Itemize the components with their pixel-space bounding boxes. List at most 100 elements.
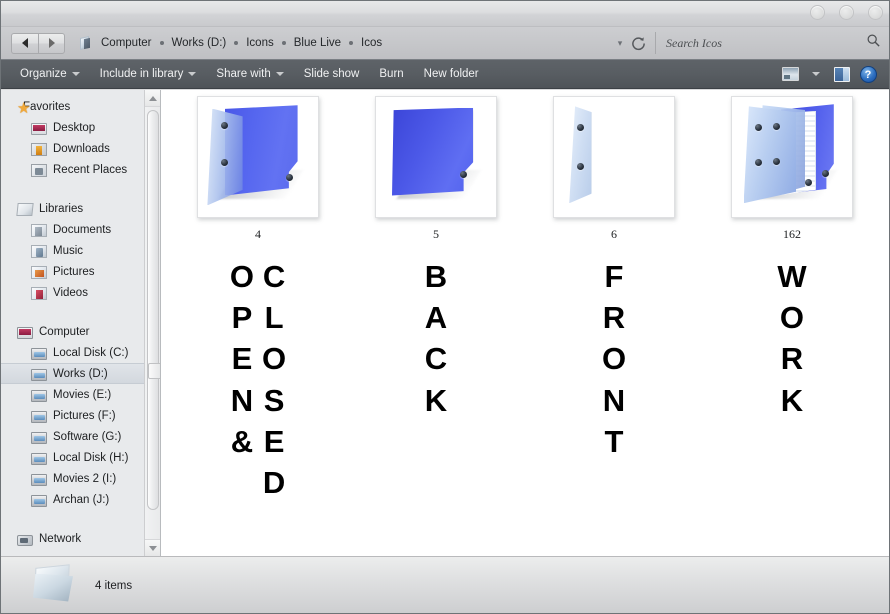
burn-button[interactable]: Burn [370,62,412,86]
sidebar-item-network[interactable]: Network [1,528,160,549]
sidebar-item-works-d[interactable]: Works (D:) [1,363,160,384]
computer-icon [17,326,33,339]
minimize-button[interactable] [810,5,825,20]
maximize-button[interactable] [839,5,854,20]
sidebar-item-archan-j[interactable]: Archan (J:) [1,489,160,510]
preview-pane-button[interactable] [831,63,853,85]
chevron-down-icon[interactable]: ▾ [613,38,627,49]
preview-pane-icon [834,66,850,82]
thumbnail[interactable] [731,96,853,218]
slide-show-button[interactable]: Slide show [295,62,369,86]
libraries-icon [16,202,34,216]
search-input[interactable] [666,35,866,51]
scroll-down-button[interactable] [145,539,160,556]
items-row: 4 O P E N & CLOSED 5 B A C K 6 F R O N T… [161,90,889,503]
chevron-down-icon [188,72,197,76]
sidebar-label: Music [53,244,84,257]
folder-icon [31,563,79,608]
sidebar-item-software-g[interactable]: Software (G:) [1,426,160,447]
sidebar-item-movies-2-i[interactable]: Movies 2 (I:) [1,468,160,489]
word-closed: CLOSED [262,259,287,501]
window-body: Favorites Desktop Downloads Recent Place… [1,90,889,556]
sidebar-item-pictures-f[interactable]: Pictures (F:) [1,405,160,426]
sidebar-label: Pictures [53,265,95,278]
status-bar: 4 items [1,556,889,613]
change-view-button[interactable] [779,63,801,85]
item-label: 4 [255,227,261,241]
breadcrumb-separator-icon[interactable] [349,41,354,45]
sidebar-item-documents[interactable]: Documents [1,219,160,240]
forward-arrow-icon [48,38,55,48]
search-box[interactable] [655,32,881,54]
sidebar-scrollbar[interactable] [144,90,160,556]
breadcrumb-separator-icon[interactable] [159,41,164,45]
breadcrumb-item-works-d[interactable]: Works (D:) [170,36,229,50]
sidebar-item-music[interactable]: Music [1,240,160,261]
videos-icon [31,286,47,300]
include-in-library-button[interactable]: Include in library [91,62,206,86]
sidebar-item-pictures[interactable]: Pictures [1,261,160,282]
help-button[interactable]: ? [857,63,879,85]
word-row: O P E N & CLOSED [230,256,286,503]
scrollbar-grip[interactable] [148,363,160,379]
list-item[interactable]: 4 O P E N & CLOSED [169,96,347,503]
sidebar-item-local-disk-c[interactable]: Local Disk (C:) [1,342,160,363]
sidebar-item-computer[interactable]: Computer [1,321,160,342]
close-button[interactable] [868,5,883,20]
breadcrumb-item-blue-live[interactable]: Blue Live [292,36,343,50]
search-icon[interactable] [866,33,881,53]
breadcrumb[interactable]: Computer Works (D:) Icons Blue Live Icos… [77,32,627,54]
thumbnail[interactable] [197,96,319,218]
thumbnail[interactable] [553,96,675,218]
item-label: 6 [611,227,617,241]
sidebar-item-videos[interactable]: Videos [1,282,160,303]
refresh-icon[interactable] [629,34,647,52]
change-view-dropdown[interactable] [805,63,827,85]
organize-button[interactable]: Organize [11,62,89,86]
sidebar-item-libraries[interactable]: Libraries [1,198,160,219]
scrollbar-thumb[interactable] [147,110,160,510]
list-item[interactable]: 5 BACK [347,96,525,503]
window-controls [810,5,883,20]
sidebar-item-downloads[interactable]: Downloads [1,138,160,159]
breadcrumb-item-computer[interactable]: Computer [99,36,154,50]
file-list-pane[interactable]: 4 O P E N & CLOSED 5 B A C K 6 F R O N T… [161,90,889,556]
sidebar-label: Pictures (F:) [53,409,116,422]
downloads-icon [31,142,47,156]
forward-button[interactable] [38,32,65,54]
sidebar-item-favorites[interactable]: Favorites [1,96,160,117]
word-work: WORK [777,259,807,418]
include-in-library-label: Include in library [99,68,184,80]
sidebar-item-local-disk-h[interactable]: Local Disk (H:) [1,447,160,468]
share-with-button[interactable]: Share with [207,62,292,86]
back-button[interactable] [11,32,38,54]
command-toolbar: Organize Include in library Share with S… [1,59,889,89]
list-item[interactable]: 6 FRONT [525,96,703,503]
navigation-pane: Favorites Desktop Downloads Recent Place… [1,90,161,556]
new-folder-button[interactable]: New folder [415,62,488,86]
scroll-up-button[interactable] [145,90,160,107]
sidebar-label: Recent Places [53,163,128,176]
breadcrumb-separator-icon[interactable] [281,41,286,45]
sidebar-item-movies-e[interactable]: Movies (E:) [1,384,160,405]
word-open-and: O P E N & [229,259,254,459]
thumbnail[interactable] [375,96,497,218]
list-item[interactable]: 162 WORK [703,96,881,503]
slide-show-label: Slide show [303,68,360,80]
chevron-down-icon [275,72,284,76]
breadcrumb-item-icos[interactable]: Icos [359,36,384,50]
sidebar-label: Downloads [53,142,110,155]
new-folder-label: New folder [423,68,479,80]
chevron-up-icon [149,95,157,101]
share-with-label: Share with [216,68,271,80]
nav-group-libraries: Libraries Documents Music Pictures Video… [1,198,160,303]
back-arrow-icon [22,38,28,48]
word-back: BACK [424,259,448,418]
sidebar-item-desktop[interactable]: Desktop [1,117,160,138]
breadcrumb-separator-icon[interactable] [234,41,239,45]
breadcrumb-item-icons[interactable]: Icons [244,36,276,50]
folder-empty-pale-icon [559,102,669,212]
sidebar-item-recent-places[interactable]: Recent Places [1,159,160,180]
